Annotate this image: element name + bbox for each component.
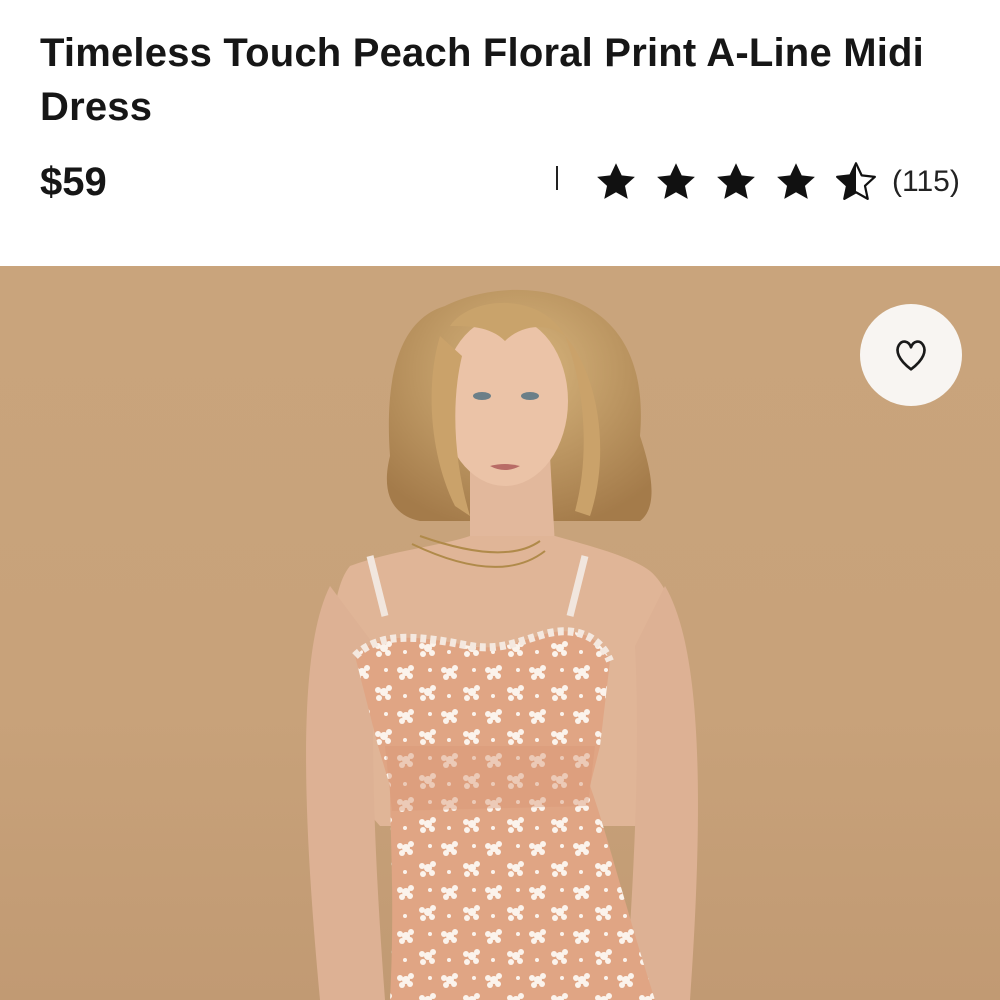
model-illustration xyxy=(306,289,698,1000)
product-page: Timeless Touch Peach Floral Print A-Line… xyxy=(0,0,1000,1000)
star-full-icon xyxy=(657,163,695,199)
rating-divider xyxy=(556,166,558,190)
star-full-icon xyxy=(597,163,635,199)
product-image[interactable] xyxy=(0,266,1000,1000)
review-count[interactable]: (115) xyxy=(892,160,960,204)
product-title: Timeless Touch Peach Floral Print A-Line… xyxy=(40,31,924,129)
star-half-icon xyxy=(836,162,876,200)
star-full-icon xyxy=(717,163,755,199)
product-price: $59 xyxy=(40,160,107,204)
wishlist-heart-icon xyxy=(896,340,926,371)
star-rating[interactable]: (115) xyxy=(594,160,960,204)
star-full-icon xyxy=(777,163,815,199)
wishlist-button[interactable] xyxy=(860,304,962,406)
